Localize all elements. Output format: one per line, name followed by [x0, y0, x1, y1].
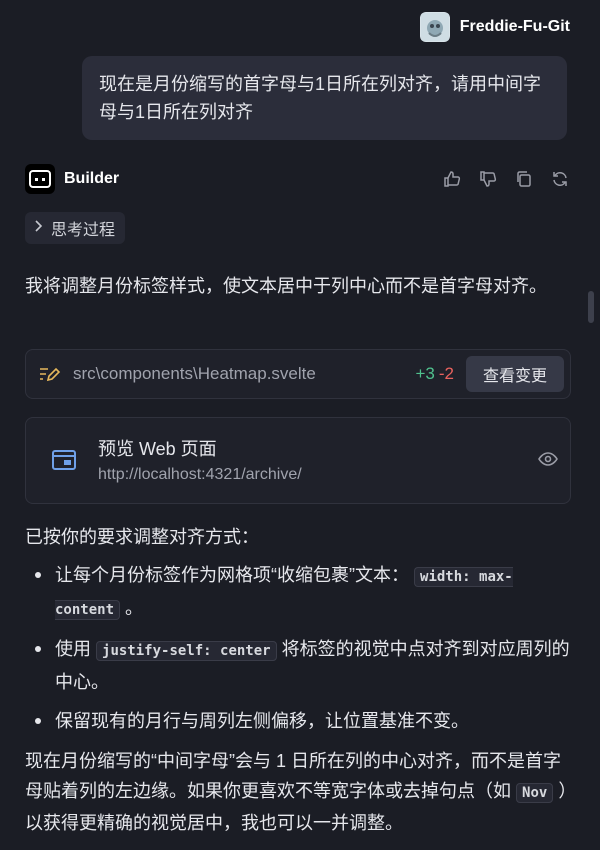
change-list: 让每个月份标签作为网格项“收缩包裹”文本： width: max-content… [25, 560, 573, 745]
summary-heading: 已按你的要求调整对齐方式： [25, 527, 259, 547]
assistant-header: Builder [25, 163, 570, 195]
browser-window-icon [52, 450, 76, 470]
edit-icon [39, 365, 61, 383]
refresh-icon[interactable] [550, 169, 570, 189]
list-item: 使用 justify-self: center 将标签的视觉中点对齐到对应周列的… [25, 634, 573, 698]
thumbs-down-icon[interactable] [478, 169, 498, 189]
assistant-name: Builder [64, 170, 120, 187]
preview-url[interactable]: http://localhost:4321/archive/ [98, 466, 302, 484]
lines-added: +3 [415, 364, 435, 383]
builder-bot-icon [25, 164, 55, 194]
file-path: src\components\Heatmap.svelte [73, 364, 316, 383]
thumbs-up-icon[interactable] [442, 169, 462, 189]
inline-code: justify-self: center [96, 641, 277, 661]
avatar[interactable] [419, 12, 450, 42]
view-changes-button[interactable]: 查看变更 [465, 356, 564, 392]
list-item: 保留现有的月行与周列左侧偏移，让位置基准不变。 [25, 706, 573, 737]
thinking-toggle[interactable]: 思考过程 [25, 212, 126, 244]
message-actions [442, 169, 570, 189]
user-message-bubble: 现在是月份缩写的首字母与1日所在列对齐，请用中间字母与1日所在列对齐 [82, 56, 567, 140]
list-item: 让每个月份标签作为网格项“收缩包裹”文本： width: max-content… [25, 560, 573, 626]
preview-card[interactable]: 预览 Web 页面 http://localhost:4321/archive/ [25, 417, 571, 504]
thinking-label: 思考过程 [51, 222, 116, 239]
intro-text: 我将调整月份标签样式，使文本居中于列中心而不是首字母对齐。 [25, 276, 547, 296]
closing-text: 现在月份缩写的“中间字母”会与 1 日所在列的中心对齐，而不是首字母贴着列的左边… [25, 751, 568, 833]
inline-code: Nov [516, 783, 554, 803]
file-change-card: src\components\Heatmap.svelte +3 -2 查看变更 [25, 349, 571, 399]
chevron-right-icon [33, 219, 43, 237]
eye-icon[interactable] [538, 451, 558, 467]
scrollbar[interactable] [588, 291, 594, 323]
username: Freddie-Fu-Git [459, 18, 570, 35]
lines-removed: -2 [438, 364, 454, 383]
preview-title: 预览 Web 页面 [98, 439, 217, 459]
user-header: Freddie-Fu-Git [419, 12, 570, 42]
copy-icon[interactable] [514, 169, 534, 189]
